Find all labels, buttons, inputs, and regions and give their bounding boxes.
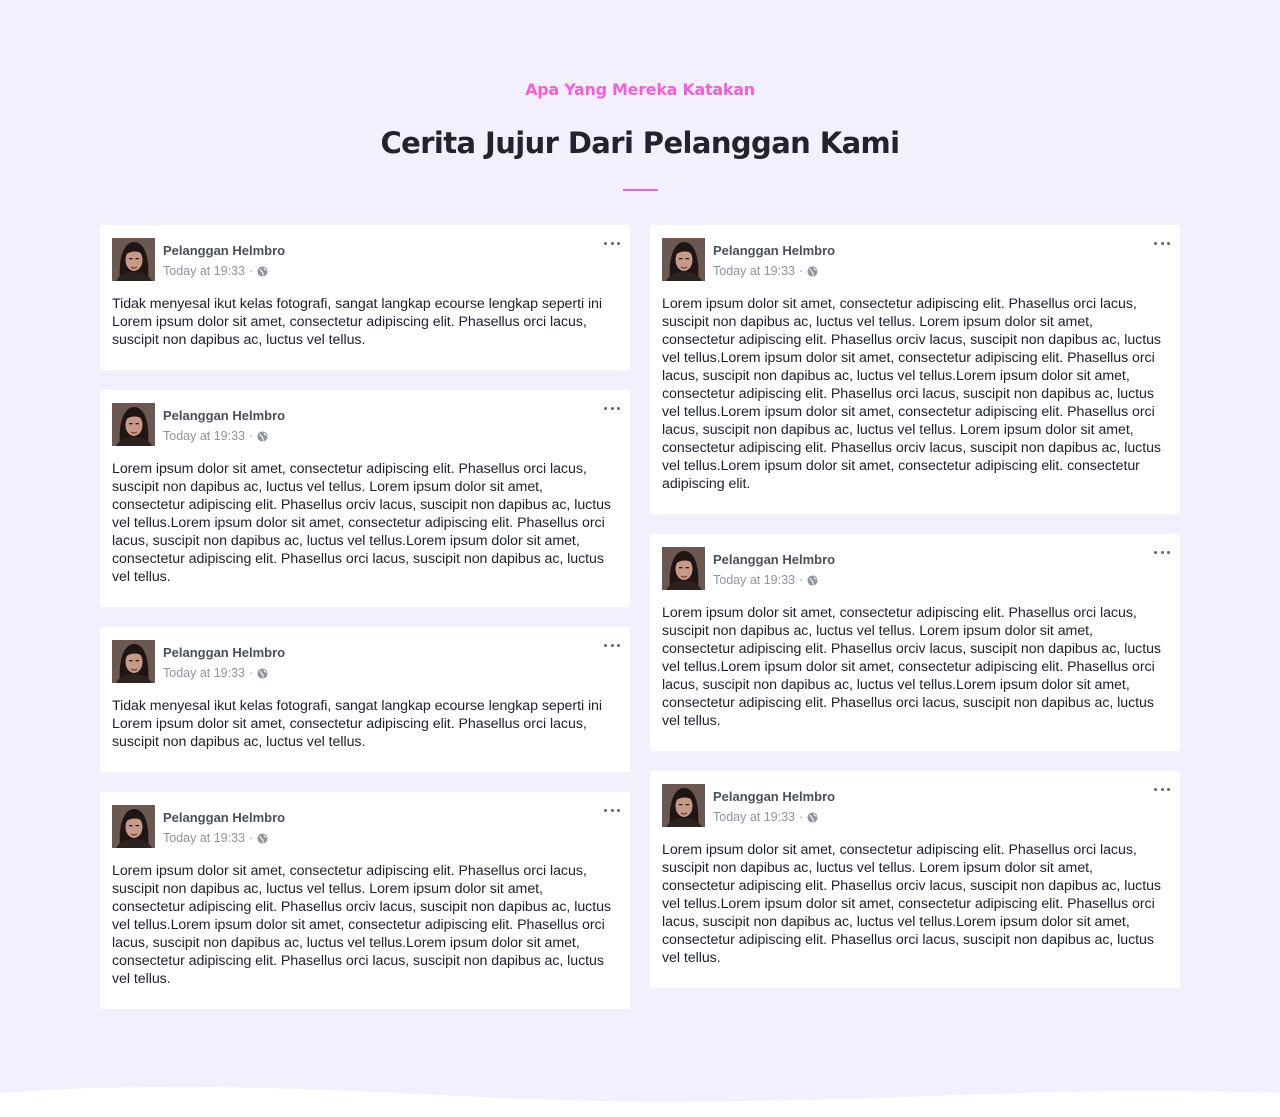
author-name[interactable]: Pelanggan Helmbro <box>163 244 285 258</box>
globe-icon <box>257 667 268 679</box>
post-time[interactable]: Today at 19:33 <box>163 666 245 680</box>
post-time[interactable]: Today at 19:33 <box>713 264 795 278</box>
more-options-icon[interactable] <box>1154 784 1170 794</box>
author-name[interactable]: Pelanggan Helmbro <box>163 811 285 825</box>
post-text: Lorem ipsum dolor sit amet, consectetur … <box>112 461 611 585</box>
more-options-icon[interactable] <box>604 403 620 413</box>
avatar-photo <box>662 547 705 590</box>
title-divider <box>623 189 658 191</box>
testimonial-card: Pelanggan Helmbro Today at 19:33 · Tidak… <box>100 627 630 772</box>
post-text: Lorem ipsum dolor sit amet, consectetur … <box>112 863 611 987</box>
globe-icon <box>257 265 268 277</box>
post-header: Pelanggan Helmbro Today at 19:33 · <box>112 805 618 849</box>
more-options-icon[interactable] <box>604 640 620 650</box>
section-eyebrow: Apa Yang Mereka Katakan <box>525 80 755 99</box>
post-header: Pelanggan Helmbro Today at 19:33 · <box>112 403 618 447</box>
post-time[interactable]: Today at 19:33 <box>163 429 245 443</box>
avatar-photo <box>112 640 155 683</box>
testimonial-card: Pelanggan Helmbro Today at 19:33 · Lorem… <box>100 390 630 607</box>
post-header: Pelanggan Helmbro Today at 19:33 · <box>112 238 618 282</box>
more-options-icon[interactable] <box>1154 238 1170 248</box>
avatar-photo <box>662 238 705 281</box>
avatar-photo <box>112 403 155 446</box>
author-name[interactable]: Pelanggan Helmbro <box>163 409 285 423</box>
globe-icon <box>257 832 268 844</box>
more-options-icon[interactable] <box>1154 547 1170 557</box>
author-name[interactable]: Pelanggan Helmbro <box>163 646 285 660</box>
testimonial-card: Pelanggan Helmbro Today at 19:33 · Lorem… <box>650 534 1180 751</box>
testimonial-card: Pelanggan Helmbro Today at 19:33 · Lorem… <box>100 792 630 1009</box>
separator-dot: · <box>249 429 254 443</box>
testimonials-left-column: Pelanggan Helmbro Today at 19:33 · Tidak… <box>100 225 630 1029</box>
avatar[interactable] <box>112 805 155 848</box>
avatar[interactable] <box>112 640 155 683</box>
testimonial-card: Pelanggan Helmbro Today at 19:33 · Lorem… <box>650 771 1180 988</box>
post-time[interactable]: Today at 19:33 <box>163 264 245 278</box>
post-time[interactable]: Today at 19:33 <box>163 831 245 845</box>
globe-icon <box>807 265 818 277</box>
separator-dot: · <box>249 831 254 845</box>
separator-dot: · <box>799 264 804 278</box>
testimonial-card: Pelanggan Helmbro Today at 19:33 · Tidak… <box>100 225 630 370</box>
separator-dot: · <box>799 573 804 587</box>
post-text: Lorem ipsum dolor sit amet, consectetur … <box>662 842 1161 966</box>
avatar[interactable] <box>112 403 155 446</box>
globe-icon <box>257 430 268 442</box>
post-header: Pelanggan Helmbro Today at 19:33 · <box>662 238 1168 282</box>
separator-dot: · <box>799 810 804 824</box>
testimonials-right-column: Pelanggan Helmbro Today at 19:33 · Lorem… <box>650 225 1180 1008</box>
avatar-photo <box>112 805 155 848</box>
testimonial-card: Pelanggan Helmbro Today at 19:33 · Lorem… <box>650 225 1180 514</box>
more-options-icon[interactable] <box>604 238 620 248</box>
avatar[interactable] <box>662 238 705 281</box>
post-text: Lorem ipsum dolor sit amet, consectetur … <box>662 296 1161 492</box>
avatar[interactable] <box>662 547 705 590</box>
post-header: Pelanggan Helmbro Today at 19:33 · <box>662 784 1168 828</box>
author-name[interactable]: Pelanggan Helmbro <box>713 790 835 804</box>
separator-dot: · <box>249 666 254 680</box>
post-header: Pelanggan Helmbro Today at 19:33 · <box>662 547 1168 591</box>
post-text: Tidak menyesal ikut kelas fotografi, san… <box>112 698 603 750</box>
avatar[interactable] <box>112 238 155 281</box>
avatar-photo <box>662 784 705 827</box>
separator-dot: · <box>249 264 254 278</box>
bottom-wave <box>0 1086 1280 1117</box>
post-time[interactable]: Today at 19:33 <box>713 573 795 587</box>
author-name[interactable]: Pelanggan Helmbro <box>713 244 835 258</box>
post-text: Lorem ipsum dolor sit amet, consectetur … <box>662 605 1161 729</box>
section-title: Cerita Jujur Dari Pelanggan Kami <box>380 126 900 160</box>
avatar-photo <box>112 238 155 281</box>
author-name[interactable]: Pelanggan Helmbro <box>713 553 835 567</box>
post-text: Tidak menyesal ikut kelas fotografi, san… <box>112 296 603 348</box>
post-header: Pelanggan Helmbro Today at 19:33 · <box>112 640 618 684</box>
more-options-icon[interactable] <box>604 805 620 815</box>
post-time[interactable]: Today at 19:33 <box>713 810 795 824</box>
avatar[interactable] <box>662 784 705 827</box>
globe-icon <box>807 811 818 823</box>
globe-icon <box>807 574 818 586</box>
